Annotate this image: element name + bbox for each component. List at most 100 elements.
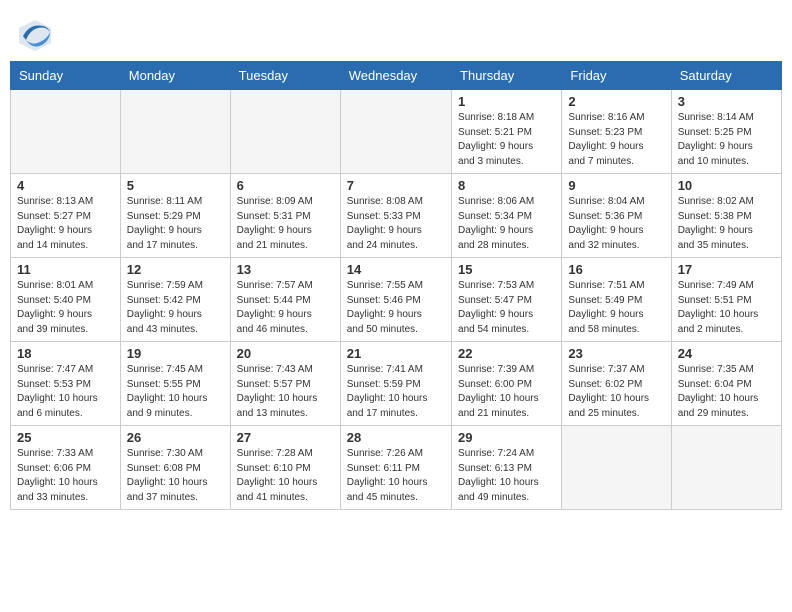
day-info: Sunrise: 7:53 AM Sunset: 5:47 PM Dayligh… [458,279,555,337]
calendar-cell: 9 Sunrise: 8:04 AM Sunset: 5:36 PM Daylig… [562,174,671,258]
day-number: 20 [237,346,334,361]
day-info: Sunrise: 7:47 AM Sunset: 5:53 PM Dayligh… [17,363,114,421]
day-info: Sunrise: 7:30 AM Sunset: 6:08 PM Dayligh… [127,447,224,505]
calendar-cell: 20 Sunrise: 7:43 AM Sunset: 5:57 PM Dayli… [230,342,340,426]
calendar-cell: 16 Sunrise: 7:51 AM Sunset: 5:49 PM Dayli… [562,258,671,342]
day-number: 9 [568,178,664,193]
day-number: 10 [678,178,775,193]
weekday-header-thursday: Thursday [452,62,562,90]
calendar-cell [11,90,121,174]
day-number: 23 [568,346,664,361]
calendar-cell: 28 Sunrise: 7:26 AM Sunset: 6:11 PM Dayli… [340,426,451,510]
day-info: Sunrise: 8:01 AM Sunset: 5:40 PM Dayligh… [17,279,114,337]
day-info: Sunrise: 8:06 AM Sunset: 5:34 PM Dayligh… [458,195,555,253]
day-number: 1 [458,94,555,109]
day-number: 13 [237,262,334,277]
calendar-cell: 29 Sunrise: 7:24 AM Sunset: 6:13 PM Dayli… [452,426,562,510]
calendar-cell [120,90,230,174]
calendar-cell: 7 Sunrise: 8:08 AM Sunset: 5:33 PM Daylig… [340,174,451,258]
weekday-header-friday: Friday [562,62,671,90]
day-info: Sunrise: 7:41 AM Sunset: 5:59 PM Dayligh… [347,363,445,421]
day-info: Sunrise: 8:04 AM Sunset: 5:36 PM Dayligh… [568,195,664,253]
calendar-cell: 10 Sunrise: 8:02 AM Sunset: 5:38 PM Dayli… [671,174,781,258]
day-info: Sunrise: 7:24 AM Sunset: 6:13 PM Dayligh… [458,447,555,505]
calendar-week-1: 1 Sunrise: 8:18 AM Sunset: 5:21 PM Daylig… [11,90,782,174]
weekday-header-monday: Monday [120,62,230,90]
calendar-cell: 15 Sunrise: 7:53 AM Sunset: 5:47 PM Dayli… [452,258,562,342]
day-number: 4 [17,178,114,193]
day-info: Sunrise: 7:37 AM Sunset: 6:02 PM Dayligh… [568,363,664,421]
day-info: Sunrise: 7:33 AM Sunset: 6:06 PM Dayligh… [17,447,114,505]
calendar-cell: 25 Sunrise: 7:33 AM Sunset: 6:06 PM Dayli… [11,426,121,510]
day-number: 28 [347,430,445,445]
day-info: Sunrise: 7:59 AM Sunset: 5:42 PM Dayligh… [127,279,224,337]
day-info: Sunrise: 8:11 AM Sunset: 5:29 PM Dayligh… [127,195,224,253]
day-info: Sunrise: 7:28 AM Sunset: 6:10 PM Dayligh… [237,447,334,505]
day-number: 8 [458,178,555,193]
calendar-week-4: 18 Sunrise: 7:47 AM Sunset: 5:53 PM Dayli… [11,342,782,426]
calendar: SundayMondayTuesdayWednesdayThursdayFrid… [10,61,782,510]
calendar-cell: 3Sunrise: 8:14 AM Sunset: 5:25 PM Daylig… [671,90,781,174]
day-number: 18 [17,346,114,361]
weekday-header-row: SundayMondayTuesdayWednesdayThursdayFrid… [11,62,782,90]
day-number: 16 [568,262,664,277]
day-number: 25 [17,430,114,445]
calendar-cell [340,90,451,174]
day-info: Sunrise: 7:55 AM Sunset: 5:46 PM Dayligh… [347,279,445,337]
day-number: 17 [678,262,775,277]
calendar-week-2: 4Sunrise: 8:13 AM Sunset: 5:27 PM Daylig… [11,174,782,258]
day-info: Sunrise: 7:45 AM Sunset: 5:55 PM Dayligh… [127,363,224,421]
day-number: 11 [17,262,114,277]
calendar-cell: 6 Sunrise: 8:09 AM Sunset: 5:31 PM Daylig… [230,174,340,258]
calendar-cell: 13 Sunrise: 7:57 AM Sunset: 5:44 PM Dayli… [230,258,340,342]
day-number: 14 [347,262,445,277]
day-info: Sunrise: 7:35 AM Sunset: 6:04 PM Dayligh… [678,363,775,421]
day-number: 7 [347,178,445,193]
weekday-header-sunday: Sunday [11,62,121,90]
weekday-header-saturday: Saturday [671,62,781,90]
day-info: Sunrise: 8:14 AM Sunset: 5:25 PM Dayligh… [678,111,775,169]
day-number: 6 [237,178,334,193]
calendar-week-3: 11 Sunrise: 8:01 AM Sunset: 5:40 PM Dayli… [11,258,782,342]
calendar-cell: 23 Sunrise: 7:37 AM Sunset: 6:02 PM Dayli… [562,342,671,426]
calendar-cell: 26 Sunrise: 7:30 AM Sunset: 6:08 PM Dayli… [120,426,230,510]
calendar-cell: 27 Sunrise: 7:28 AM Sunset: 6:10 PM Dayli… [230,426,340,510]
weekday-header-tuesday: Tuesday [230,62,340,90]
calendar-cell: 8 Sunrise: 8:06 AM Sunset: 5:34 PM Daylig… [452,174,562,258]
calendar-cell [671,426,781,510]
calendar-week-5: 25 Sunrise: 7:33 AM Sunset: 6:06 PM Dayli… [11,426,782,510]
day-info: Sunrise: 7:57 AM Sunset: 5:44 PM Dayligh… [237,279,334,337]
calendar-cell: 12Sunrise: 7:59 AM Sunset: 5:42 PM Dayli… [120,258,230,342]
day-info: Sunrise: 8:08 AM Sunset: 5:33 PM Dayligh… [347,195,445,253]
calendar-cell [230,90,340,174]
day-number: 22 [458,346,555,361]
day-number: 24 [678,346,775,361]
day-info: Sunrise: 7:49 AM Sunset: 5:51 PM Dayligh… [678,279,775,337]
day-number: 5 [127,178,224,193]
calendar-cell: 5 Sunrise: 8:11 AM Sunset: 5:29 PM Daylig… [120,174,230,258]
day-info: Sunrise: 8:16 AM Sunset: 5:23 PM Dayligh… [568,111,664,169]
day-number: 27 [237,430,334,445]
day-info: Sunrise: 7:43 AM Sunset: 5:57 PM Dayligh… [237,363,334,421]
day-info: Sunrise: 8:02 AM Sunset: 5:38 PM Dayligh… [678,195,775,253]
calendar-cell: 18 Sunrise: 7:47 AM Sunset: 5:53 PM Dayli… [11,342,121,426]
day-info: Sunrise: 7:39 AM Sunset: 6:00 PM Dayligh… [458,363,555,421]
calendar-cell: 1 Sunrise: 8:18 AM Sunset: 5:21 PM Daylig… [452,90,562,174]
day-number: 29 [458,430,555,445]
day-info: Sunrise: 8:09 AM Sunset: 5:31 PM Dayligh… [237,195,334,253]
logo-icon [18,18,53,53]
day-info: Sunrise: 8:18 AM Sunset: 5:21 PM Dayligh… [458,111,555,169]
calendar-cell: 14 Sunrise: 7:55 AM Sunset: 5:46 PM Dayli… [340,258,451,342]
calendar-cell: 19 Sunrise: 7:45 AM Sunset: 5:55 PM Dayli… [120,342,230,426]
calendar-cell: 11 Sunrise: 8:01 AM Sunset: 5:40 PM Dayli… [11,258,121,342]
calendar-cell: 22 Sunrise: 7:39 AM Sunset: 6:00 PM Dayli… [452,342,562,426]
day-number: 2 [568,94,664,109]
day-number: 26 [127,430,224,445]
day-number: 15 [458,262,555,277]
day-number: 21 [347,346,445,361]
day-info: Sunrise: 7:51 AM Sunset: 5:49 PM Dayligh… [568,279,664,337]
calendar-cell: 21 Sunrise: 7:41 AM Sunset: 5:59 PM Dayli… [340,342,451,426]
day-info: Sunrise: 7:26 AM Sunset: 6:11 PM Dayligh… [347,447,445,505]
day-number: 19 [127,346,224,361]
header [0,0,792,61]
